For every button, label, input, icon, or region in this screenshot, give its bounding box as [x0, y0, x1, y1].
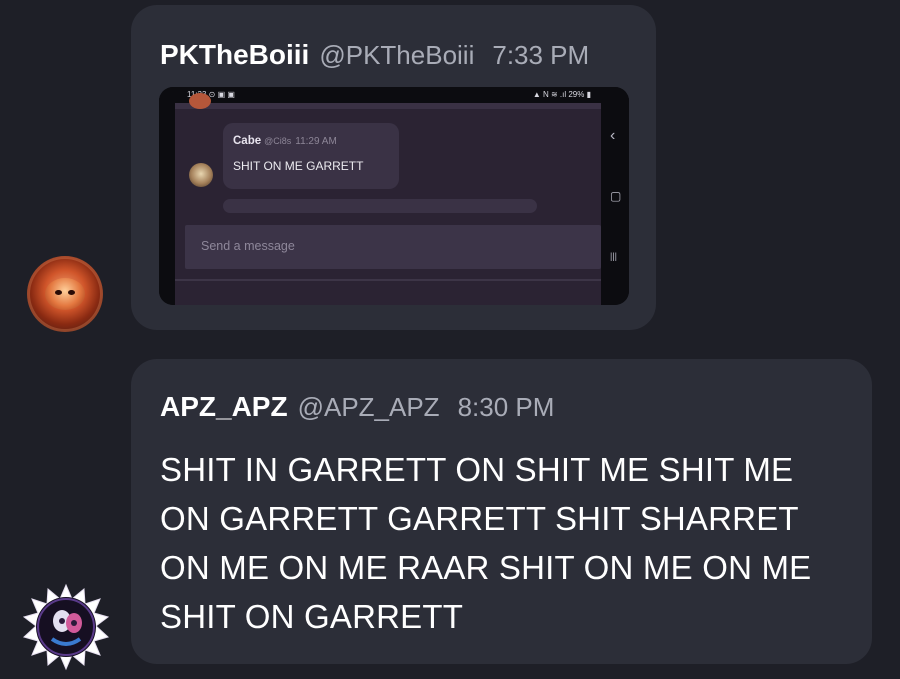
embedded-timestamp: 11:29 AM [295, 136, 337, 147]
embedded-message-text: SHIT ON ME GARRETT [233, 159, 364, 173]
message-header: PKTheBoiii @PKTheBoiii 7:33 PM [160, 39, 589, 71]
image-attachment[interactable]: 11:33 ⊙ ▣ ▣ ▲ N ≋ .ıl 29% ▮ Cabe @Ci8s 11:… [159, 87, 629, 305]
embedded-message-header: Cabe @Ci8s 11:29 AM [233, 135, 337, 147]
embedded-message-input: Send a message [185, 225, 601, 269]
embedded-avatar-partial [189, 93, 211, 109]
embedded-bottom-divider [175, 279, 601, 281]
message-header: APZ_APZ @APZ_APZ 8:30 PM [160, 391, 554, 423]
embedded-username: Cabe [233, 135, 262, 147]
message-timestamp: 8:30 PM [457, 392, 555, 422]
message-timestamp: 7:33 PM [492, 40, 590, 70]
nav-back-icon: ‹ [610, 127, 616, 144]
avatar-eye-left [55, 290, 62, 295]
embedded-input-placeholder: Send a message [201, 239, 295, 253]
phone-status-bar: 11:33 ⊙ ▣ ▣ ▲ N ≋ .ıl 29% ▮ [159, 87, 629, 103]
embedded-chat-screen: Cabe @Ci8s 11:29 AM SHIT ON ME GARRETT Sen… [175, 93, 601, 305]
message-handle: @APZ_APZ [297, 392, 440, 422]
user-avatar-pktheboiii[interactable] [27, 256, 103, 332]
message-bubble: APZ_APZ @APZ_APZ 8:30 PM SHIT IN GARRETT… [131, 359, 872, 664]
embedded-message-bubble-partial [223, 199, 537, 213]
avatar-eye-right [68, 290, 75, 295]
spiky-badge-avatar-icon [22, 583, 110, 671]
avatar-face-icon [45, 278, 85, 310]
nav-recent-icon: ||| [610, 251, 618, 261]
phone-nav-bar: ‹ ▢ ||| [601, 103, 629, 305]
message-bubble: PKTheBoiii @PKTheBoiii 7:33 PM 11:33 ⊙ ▣… [131, 5, 656, 330]
embedded-message-bubble: Cabe @Ci8s 11:29 AM SHIT ON ME GARRETT [223, 123, 399, 189]
embedded-top-divider [175, 103, 601, 109]
status-icons: ▲ N ≋ .ıl 29% ▮ [532, 90, 591, 99]
nav-home-icon: ▢ [610, 189, 622, 203]
embedded-avatar-icon [189, 163, 213, 187]
message-username[interactable]: APZ_APZ [160, 391, 288, 423]
embedded-handle: @Ci8s [264, 136, 292, 146]
message-handle: @PKTheBoiii [319, 40, 475, 70]
message-text: SHIT IN GARRETT ON SHIT ME SHIT ME ON GA… [160, 451, 812, 635]
message-username[interactable]: PKTheBoiii [160, 39, 309, 71]
screen-left-edge [159, 103, 175, 305]
user-avatar-apz[interactable] [22, 583, 110, 671]
